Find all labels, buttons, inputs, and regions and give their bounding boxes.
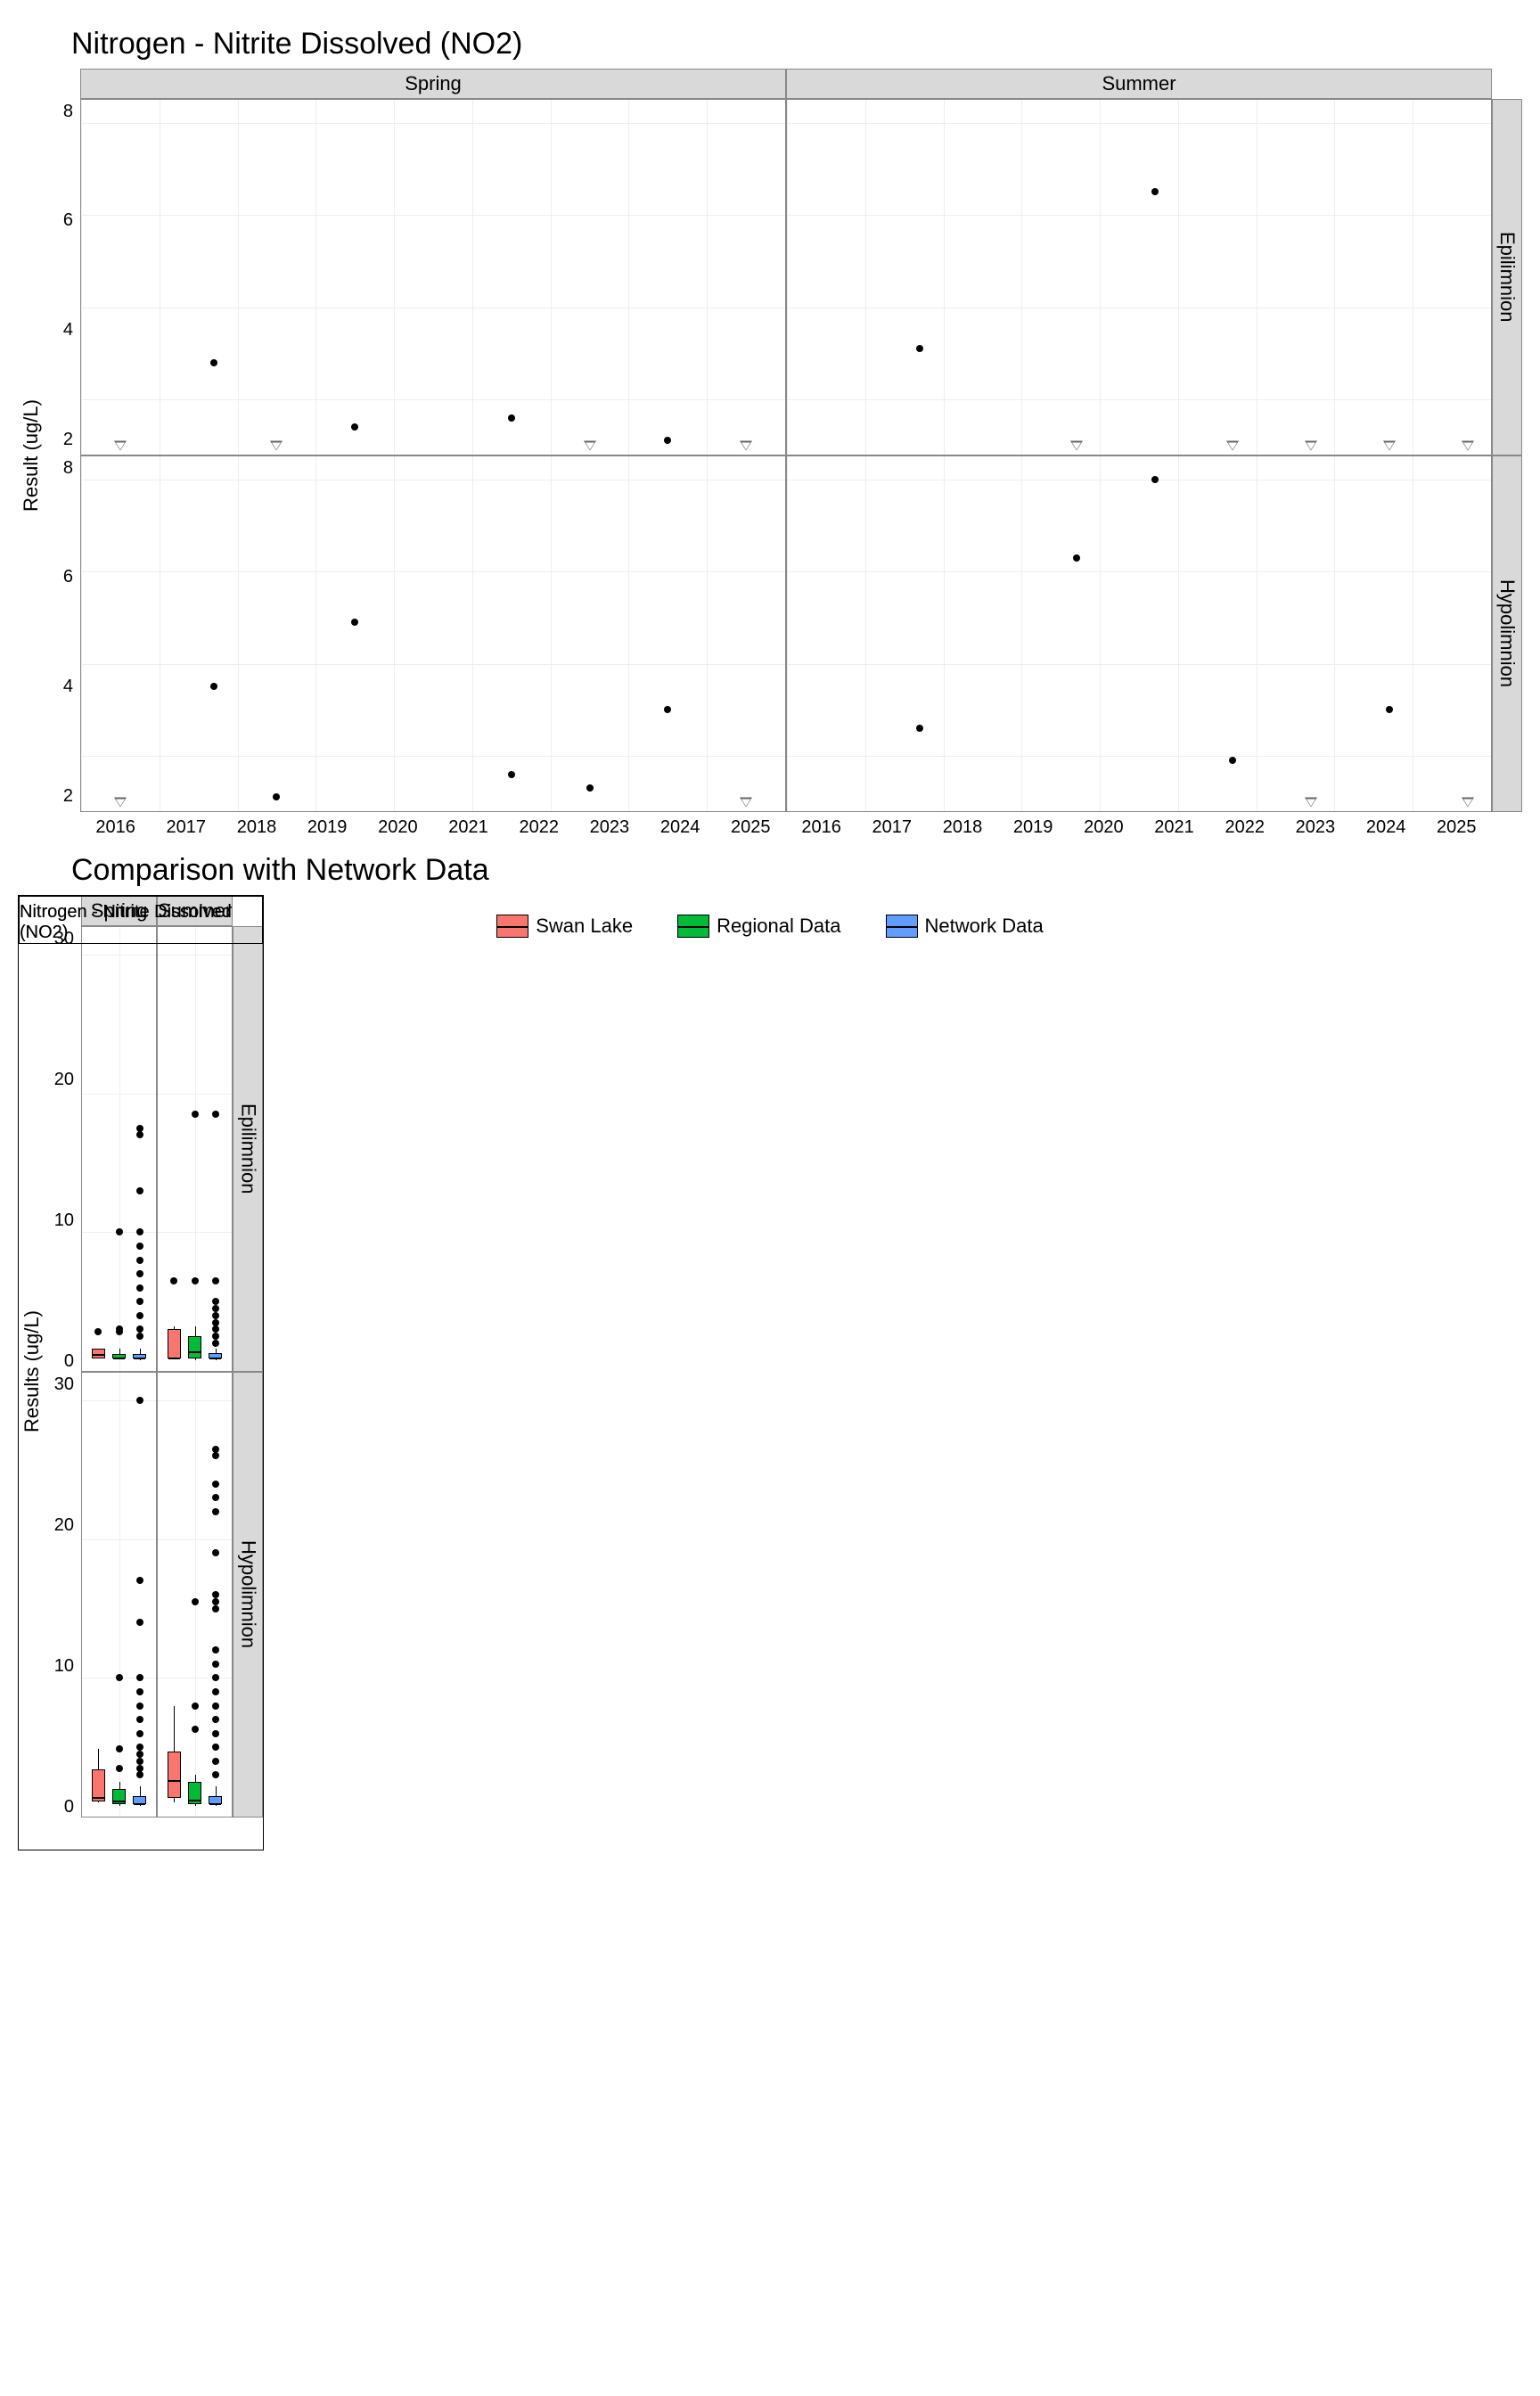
legend-net: Network Data (886, 915, 1044, 938)
boxpanel-spring-hypo (81, 1372, 157, 1818)
xticks: 2016201720182019202020212022202320242025 (786, 812, 1492, 844)
strip-epi-b: Epilimnion (233, 926, 263, 1372)
boxpanel-summer-epi (157, 926, 233, 1372)
boxpanel-spring-epi (81, 926, 157, 1372)
panel-spring-hypo (80, 455, 786, 812)
boxpanel-summer-hypo (157, 1372, 233, 1818)
strip-hypo-b: Hypolimnion (233, 1372, 263, 1818)
panel-summer-hypo (786, 455, 1492, 812)
legend-swan: Swan Lake (496, 915, 633, 938)
panel-spring-epi (80, 99, 786, 455)
yticks: 3020100 (45, 926, 81, 1372)
scatter-grid: Spring Summer Result (ug/L) 8642 8642 Ep… (18, 69, 1522, 844)
panel-summer-epi (786, 99, 1492, 455)
xticks: 2016201720182019202020212022202320242025 (80, 812, 786, 844)
strip-spring: Spring (80, 69, 786, 99)
strip-hypo: Hypolimnion (1492, 455, 1522, 812)
legend-reg: Regional Data (677, 915, 840, 938)
chart1-title: Nitrogen - Nitrite Dissolved (NO2) (71, 27, 1522, 62)
yticks: 8642 (45, 455, 80, 812)
yticks: 8642 (45, 99, 80, 455)
strip-epi: Epilimnion (1492, 99, 1522, 455)
ylabel-1: Result (ug/L) (18, 99, 45, 812)
strip-summer: Summer (786, 69, 1492, 99)
chart2-title: Comparison with Network Data (71, 853, 1522, 888)
yticks: 3020100 (45, 1372, 81, 1818)
xlabel-box: Nitrogen - Nitrite Dissolved (NO2) (19, 896, 263, 944)
box-grid: Spring Summer Results (ug/L) 3020100 302… (18, 895, 264, 1850)
ylabel-2: Results (ug/L) (19, 926, 45, 1818)
